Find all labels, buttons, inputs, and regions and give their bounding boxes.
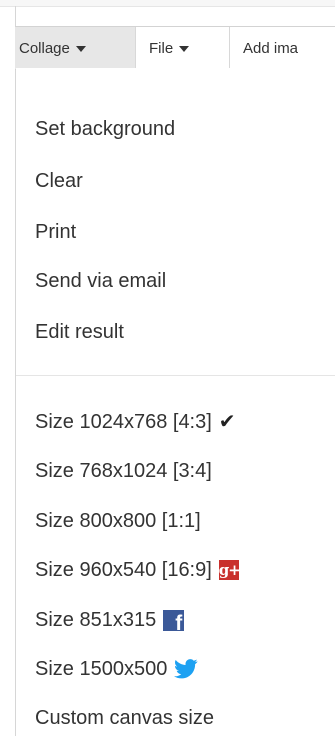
collage-dropdown-menu: Set background Clear Print Send via emai… <box>16 68 335 736</box>
menu-item-label: Print <box>35 221 77 243</box>
menu-item-edit-result[interactable]: Edit result <box>35 320 124 344</box>
file-menu-label: File <box>149 39 174 57</box>
checkmark-icon: ✔ <box>218 411 236 433</box>
menu-item-label: Size 960x540 [16:9] <box>35 559 212 581</box>
menu-item-label: Edit result <box>35 321 124 343</box>
file-menu-button[interactable]: File <box>136 27 230 69</box>
menu-item-label: Set background <box>35 118 176 140</box>
menu-item-label: Custom canvas size <box>35 707 214 729</box>
chevron-down-icon <box>75 45 86 52</box>
collage-menu-button[interactable]: Collage <box>15 27 136 69</box>
menu-divider <box>16 375 335 376</box>
twitter-icon <box>174 659 198 679</box>
collage-menu-label: Collage <box>19 39 70 57</box>
google-plus-icon: g+ <box>218 560 241 580</box>
collage-editor-page: Collage File Add ima Set background Clea… <box>0 0 335 736</box>
menu-item-label: Size 1024x768 [4:3] <box>35 411 212 433</box>
menu-item-label: Size 1500x500 <box>35 658 168 680</box>
top-edge <box>0 0 335 7</box>
menu-item-size-1500x500[interactable]: Size 1500x500 <box>35 657 198 681</box>
chevron-down-icon <box>179 45 190 52</box>
menu-item-custom-canvas-size[interactable]: Custom canvas size <box>35 706 214 730</box>
menu-item-set-background[interactable]: Set background <box>35 117 175 141</box>
menu-item-size-960x540[interactable]: Size 960x540 [16:9] g+ <box>35 558 241 582</box>
menu-item-size-768x1024[interactable]: Size 768x1024 [3:4] <box>35 459 212 483</box>
menu-item-label: Send via email <box>35 270 167 292</box>
menu-bar: Collage File Add ima <box>15 26 335 70</box>
add-image-label: Add ima <box>243 39 299 57</box>
menu-item-label: Size 800x800 [1:1] <box>35 510 201 532</box>
menu-item-print[interactable]: Print <box>35 220 76 244</box>
facebook-icon: f <box>163 609 185 631</box>
menu-item-size-800x800[interactable]: Size 800x800 [1:1] <box>35 509 201 533</box>
menu-item-label: Size 768x1024 [3:4] <box>35 460 212 482</box>
add-image-button[interactable]: Add ima <box>230 27 311 69</box>
menu-item-clear[interactable]: Clear <box>35 169 83 193</box>
menu-item-size-851x315[interactable]: Size 851x315 f <box>35 608 185 632</box>
menu-item-size-1024x768[interactable]: Size 1024x768 [4:3] ✔ <box>35 410 236 434</box>
menu-item-label: Clear <box>35 170 83 192</box>
menu-item-label: Size 851x315 <box>35 609 157 631</box>
menu-item-send-via-email[interactable]: Send via email <box>35 269 166 293</box>
